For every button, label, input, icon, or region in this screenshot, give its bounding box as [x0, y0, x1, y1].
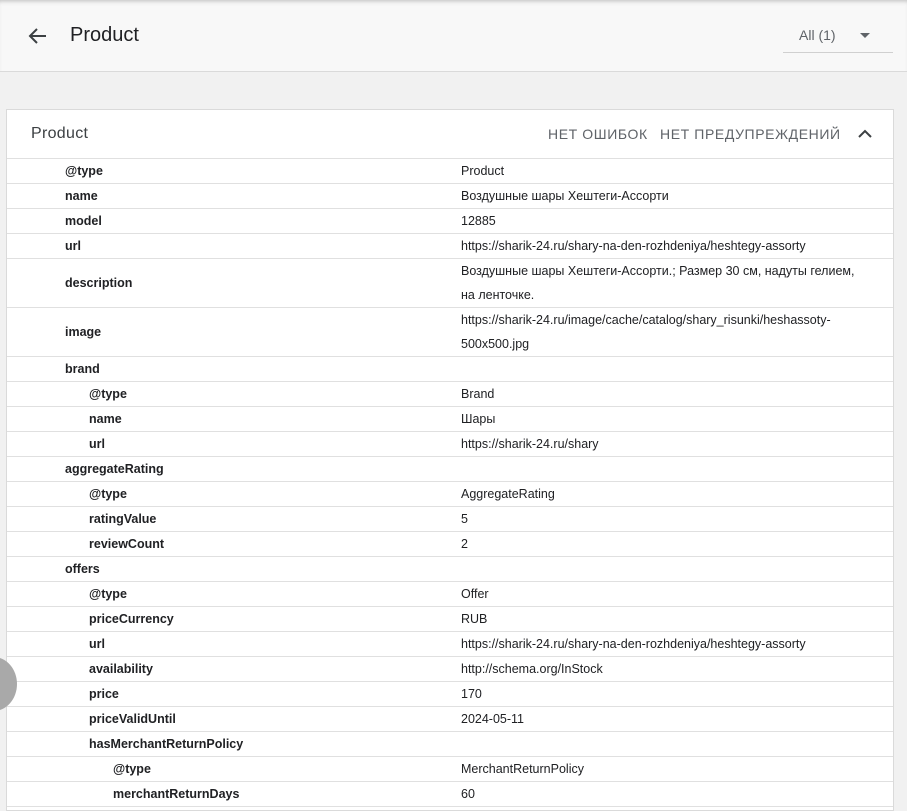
property-value: http://schema.org/InStock — [461, 662, 603, 676]
product-result-card: Product НЕТ ОШИБОК НЕТ ПРЕДУПРЕЖДЕНИЙ @t… — [6, 109, 894, 811]
property-key: priceCurrency — [89, 612, 174, 626]
errors-status[interactable]: НЕТ ОШИБОК — [548, 126, 648, 142]
property-row: model 12885 — [7, 209, 893, 234]
property-row: @type Product — [7, 159, 893, 184]
property-key: description — [65, 276, 133, 290]
property-row: offers — [7, 557, 893, 582]
property-row: merchantReturnDays 60 — [7, 782, 893, 807]
property-row: priceValidUntil 2024-05-11 — [7, 707, 893, 732]
property-value: https://sharik-24.ru/shary-na-den-rozhde… — [461, 239, 806, 253]
property-key: price — [89, 687, 119, 701]
property-value: 5 — [461, 512, 468, 526]
filter-selected-value: All (1) — [799, 27, 836, 43]
property-value: Brand — [461, 387, 495, 401]
property-key: merchantReturnDays — [113, 787, 240, 801]
property-key: @type — [89, 487, 127, 501]
property-row: reviewCount 2 — [7, 532, 893, 557]
property-row: hasMerchantReturnPolicy — [7, 732, 893, 757]
property-key: priceValidUntil — [89, 712, 176, 726]
page-title: Product — [70, 24, 139, 46]
property-row: name Шары — [7, 407, 893, 432]
property-key: image — [65, 325, 102, 339]
property-row: @type Offer — [7, 582, 893, 607]
property-value: 2 — [461, 537, 468, 551]
property-value: Шары — [461, 412, 496, 426]
property-value: AggregateRating — [461, 487, 555, 501]
property-key: offers — [65, 562, 100, 576]
properties-table: @type Product name Воздушные шары Хештеги-А… — [7, 159, 893, 807]
property-key: @type — [89, 387, 127, 401]
back-button[interactable] — [24, 22, 52, 50]
property-row: url https://sharik-24.ru/shary — [7, 432, 893, 457]
property-value: Воздушные шары Хештеги-Ассорти — [461, 189, 669, 203]
property-value: Offer — [461, 587, 489, 601]
property-value: 170 — [461, 687, 482, 701]
property-key: url — [89, 437, 105, 451]
property-key: hasMerchantReturnPolicy — [89, 737, 244, 751]
property-key: model — [65, 214, 102, 228]
property-key: ratingValue — [89, 512, 157, 526]
property-key: @type — [89, 587, 127, 601]
property-key: availability — [89, 662, 153, 676]
property-value: https://sharik-24.ru/shary-na-den-rozhde… — [461, 637, 806, 651]
property-row: url https://sharik-24.ru/shary-na-den-roz… — [7, 234, 893, 259]
property-row: price 170 — [7, 682, 893, 707]
property-value: Воздушные шары Хештеги-Ассорти.; Размер … — [461, 264, 855, 302]
property-key: brand — [65, 362, 100, 376]
property-value: https://sharik-24.ru/image/cache/catalog… — [461, 313, 831, 351]
property-value: Product — [461, 164, 505, 178]
results-filter-select[interactable]: All (1) — [783, 18, 893, 53]
property-row: url https://sharik-24.ru/shary-na-den-roz… — [7, 632, 893, 657]
property-row: name Воздушные шары Хештеги-Ассорти — [7, 184, 893, 209]
property-row: availability http://schema.org/InStock — [7, 657, 893, 682]
property-row: @type AggregateRating — [7, 482, 893, 507]
property-key: name — [65, 189, 98, 203]
property-row: image https://sharik-24.ru/image/cache/ca… — [7, 308, 893, 357]
property-row: priceCurrency RUB — [7, 607, 893, 632]
property-row: ratingValue 5 — [7, 507, 893, 532]
property-row: brand — [7, 357, 893, 382]
top-app-bar: Product All (1) — [0, 0, 907, 72]
property-value: https://sharik-24.ru/shary — [461, 437, 599, 451]
property-value: 60 — [461, 787, 475, 801]
property-key: @type — [113, 762, 151, 776]
property-row: @type MerchantReturnPolicy — [7, 757, 893, 782]
property-value: 12885 — [461, 214, 496, 228]
property-row: aggregateRating — [7, 457, 893, 482]
card-title: Product — [31, 125, 89, 142]
collapse-up-icon[interactable] — [856, 125, 874, 143]
property-value: MerchantReturnPolicy — [461, 762, 584, 776]
property-row: description Воздушные шары Хештеги-Ассорт… — [7, 259, 893, 308]
arrow-back-icon — [28, 28, 46, 44]
dropdown-arrow-icon — [860, 33, 870, 38]
property-key: url — [65, 239, 81, 253]
property-value: 2024-05-11 — [461, 712, 525, 726]
property-key: reviewCount — [89, 537, 165, 551]
property-key: name — [89, 412, 122, 426]
property-key: @type — [65, 164, 103, 178]
property-row: @type Brand — [7, 382, 893, 407]
warnings-status[interactable]: НЕТ ПРЕДУПРЕЖДЕНИЙ — [660, 126, 841, 142]
property-key: aggregateRating — [65, 462, 164, 476]
card-header: Product НЕТ ОШИБОК НЕТ ПРЕДУПРЕЖДЕНИЙ — [7, 110, 893, 159]
property-value: RUB — [461, 612, 488, 626]
property-key: url — [89, 637, 105, 651]
